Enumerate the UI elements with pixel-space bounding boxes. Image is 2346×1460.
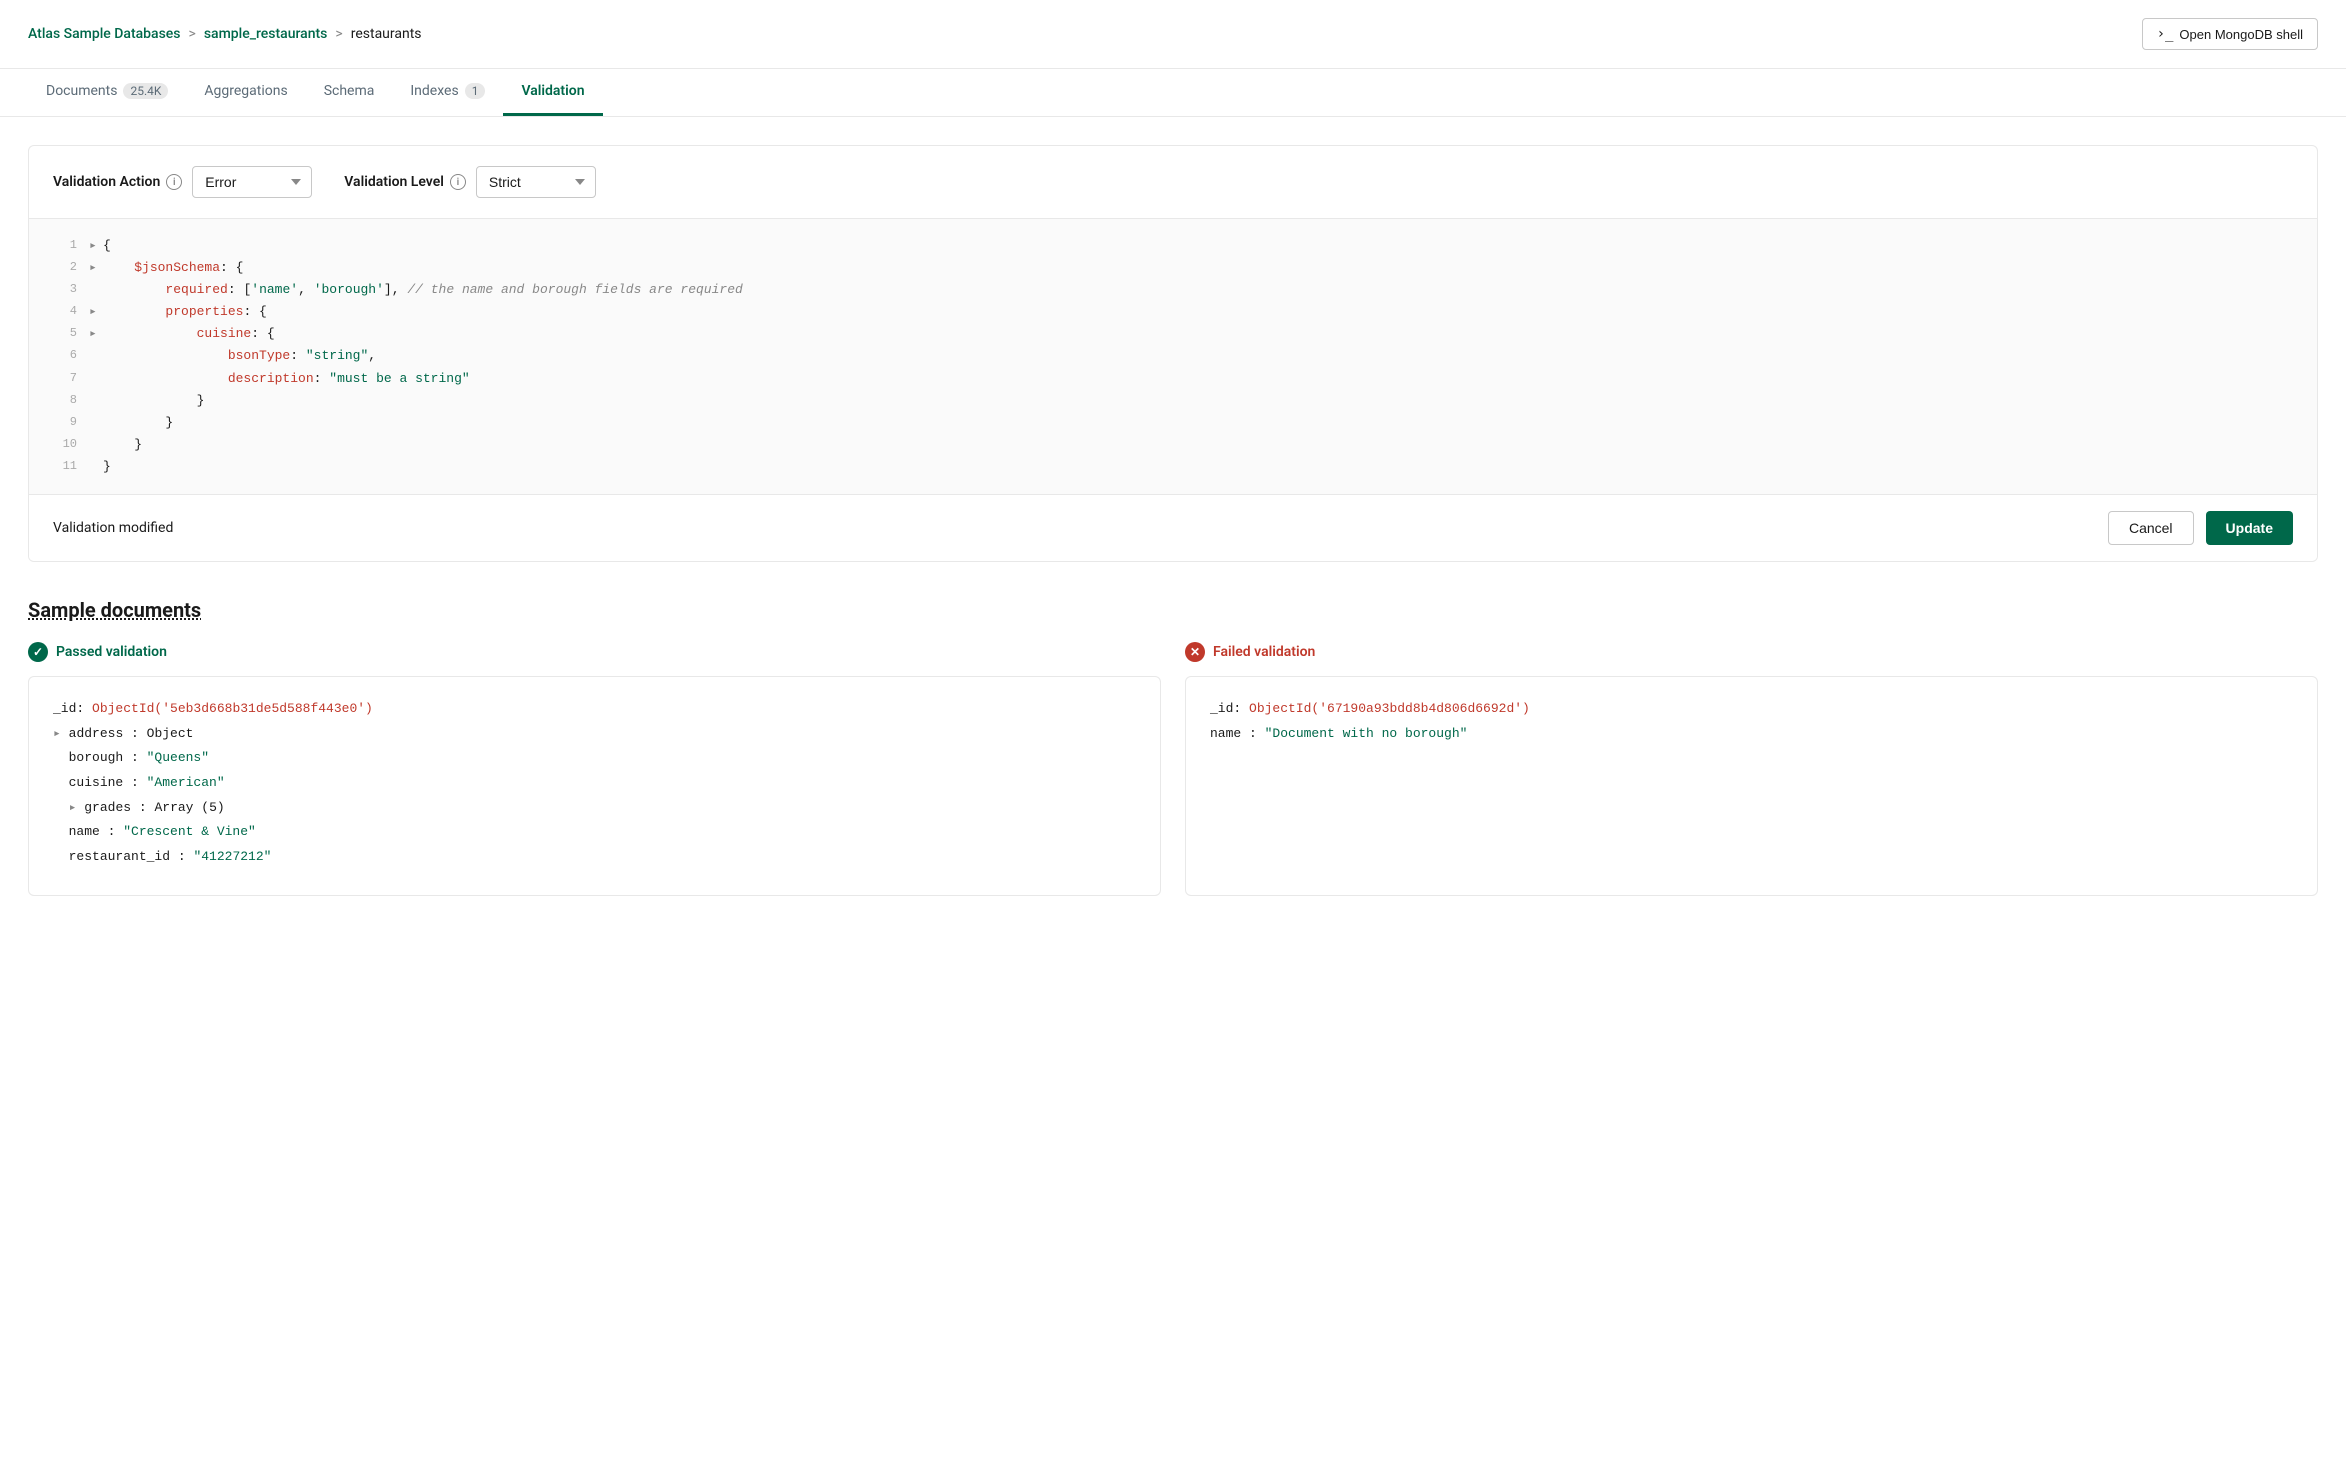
passed-restaurant-id-row: restaurant_id : "41227212" [53, 845, 1136, 870]
failed-id-row: _id: ObjectId('67190a93bdd8b4d806d6692d'… [1210, 697, 2293, 722]
code-line-3: 3 ▸ required: ['name', 'borough'], // th… [53, 279, 2293, 301]
sample-docs-columns: ✓ Passed validation _id: ObjectId('5eb3d… [28, 642, 2318, 896]
code-line-8: 8 ▸ } [53, 390, 2293, 412]
code-editor[interactable]: 1 ▸ { 2 ▸ $jsonSchema: { 3 ▸ required: [… [29, 219, 2317, 494]
validation-controls: Validation Action i Error Warn Validatio… [29, 146, 2317, 219]
passed-header-label: Passed validation [56, 644, 167, 660]
breadcrumb-sep1: > [188, 26, 195, 42]
passed-grades-row: ▸ grades : Array (5) [53, 796, 1136, 821]
passed-id-row: _id: ObjectId('5eb3d668b31de5d588f443e0'… [53, 697, 1136, 722]
tab-documents-badge: 25.4K [123, 83, 168, 99]
action-info-icon[interactable]: i [166, 174, 182, 190]
passed-grades-val: Array (5) [154, 800, 224, 815]
code-line-1: 1 ▸ { [53, 235, 2293, 257]
update-button[interactable]: Update [2206, 511, 2293, 545]
failed-doc-card: _id: ObjectId('67190a93bdd8b4d806d6692d'… [1185, 676, 2318, 896]
breadcrumb-part2[interactable]: sample_restaurants [204, 26, 328, 42]
validation-panel: Validation Action i Error Warn Validatio… [28, 145, 2318, 562]
passed-address-val: Object [147, 726, 194, 741]
tab-documents[interactable]: Documents 25.4K [28, 69, 186, 116]
code-line-6: 6 ▸ bsonType: "string", [53, 345, 2293, 367]
sample-docs-section: Sample documents ✓ Passed validation _id… [28, 598, 2318, 896]
tab-bar: Documents 25.4K Aggregations Schema Inde… [0, 69, 2346, 117]
header: Atlas Sample Databases > sample_restaura… [0, 0, 2346, 69]
validation-modified-text: Validation modified [53, 520, 173, 536]
code-line-9: 9 ▸ } [53, 412, 2293, 434]
failed-validation-col: ✕ Failed validation _id: ObjectId('67190… [1185, 642, 2318, 896]
breadcrumb-part1[interactable]: Atlas Sample Databases [28, 26, 180, 42]
x-icon: ✕ [1185, 642, 1205, 662]
passed-name-val: "Crescent & Vine" [123, 824, 256, 839]
tab-indexes-badge: 1 [465, 83, 486, 99]
tab-aggregations-label: Aggregations [204, 83, 287, 99]
failed-header-label: Failed validation [1213, 644, 1315, 660]
code-line-5: 5 ▸ cuisine: { [53, 323, 2293, 345]
passed-borough-row: borough : "Queens" [53, 746, 1136, 771]
failed-name-val: "Document with no borough" [1265, 726, 1468, 741]
code-line-11: 11 ▸ } [53, 456, 2293, 478]
tab-indexes-label: Indexes [410, 83, 458, 99]
breadcrumb-sep2: > [335, 26, 342, 42]
passed-id-val: ObjectId('5eb3d668b31de5d588f443e0') [92, 701, 373, 716]
tab-validation[interactable]: Validation [503, 69, 602, 116]
failed-name-row: name : "Document with no borough" [1210, 722, 2293, 747]
footer-buttons: Cancel Update [2108, 511, 2293, 545]
passed-address-row: ▸ address : Object [53, 722, 1136, 747]
terminal-icon: ›_ [2157, 26, 2174, 42]
code-line-2: 2 ▸ $jsonSchema: { [53, 257, 2293, 279]
action-select[interactable]: Error Warn [192, 166, 312, 198]
tab-schema[interactable]: Schema [306, 69, 393, 116]
action-control-group: Validation Action i Error Warn [53, 166, 312, 198]
level-select[interactable]: Strict Moderate Off [476, 166, 596, 198]
level-info-icon[interactable]: i [450, 174, 466, 190]
failed-header: ✕ Failed validation [1185, 642, 2318, 662]
passed-name-row: name : "Crescent & Vine" [53, 820, 1136, 845]
passed-borough-val: "Queens" [147, 750, 209, 765]
passed-validation-col: ✓ Passed validation _id: ObjectId('5eb3d… [28, 642, 1161, 896]
breadcrumb-part3: restaurants [351, 26, 422, 42]
tab-indexes[interactable]: Indexes 1 [392, 69, 503, 116]
code-line-4: 4 ▸ properties: { [53, 301, 2293, 323]
code-line-10: 10 ▸ } [53, 434, 2293, 456]
breadcrumb: Atlas Sample Databases > sample_restaura… [28, 26, 422, 42]
main-content: Validation Action i Error Warn Validatio… [0, 117, 2346, 924]
check-icon: ✓ [28, 642, 48, 662]
validation-footer: Validation modified Cancel Update [29, 494, 2317, 561]
passed-header: ✓ Passed validation [28, 642, 1161, 662]
passed-doc-card: _id: ObjectId('5eb3d668b31de5d588f443e0'… [28, 676, 1161, 896]
tab-documents-label: Documents [46, 83, 117, 99]
cancel-button[interactable]: Cancel [2108, 511, 2194, 545]
sample-docs-title: Sample documents [28, 598, 2318, 622]
tab-schema-label: Schema [324, 83, 375, 99]
level-control-group: Validation Level i Strict Moderate Off [344, 166, 596, 198]
action-label: Validation Action i [53, 174, 182, 190]
code-line-7: 7 ▸ description: "must be a string" [53, 368, 2293, 390]
passed-restaurant-id-val: "41227212" [193, 849, 271, 864]
tab-aggregations[interactable]: Aggregations [186, 69, 305, 116]
open-shell-button[interactable]: ›_ Open MongoDB shell [2142, 18, 2318, 50]
level-label: Validation Level i [344, 174, 466, 190]
passed-cuisine-val: "American" [147, 775, 225, 790]
open-shell-label: Open MongoDB shell [2179, 27, 2303, 42]
passed-cuisine-row: cuisine : "American" [53, 771, 1136, 796]
failed-id-val: ObjectId('67190a93bdd8b4d806d6692d') [1249, 701, 1530, 716]
tab-validation-label: Validation [521, 83, 584, 99]
